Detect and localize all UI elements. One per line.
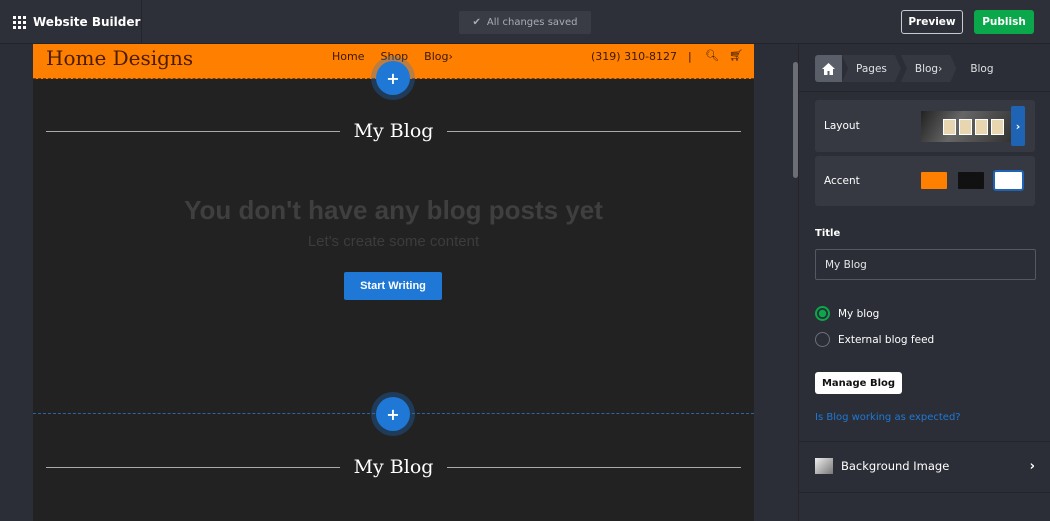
manage-blog-button[interactable]: Manage Blog: [815, 372, 902, 394]
title-label: Title: [815, 228, 841, 239]
breadcrumb-blog: Blog: [970, 62, 994, 75]
cart-icon[interactable]: 🛒︎: [729, 49, 743, 62]
site-logo[interactable]: Home Designs: [46, 46, 193, 70]
start-writing-button[interactable]: Start Writing: [344, 272, 442, 300]
save-status-text: All changes saved: [486, 17, 578, 28]
radio-my-blog[interactable]: My blog: [815, 306, 879, 321]
accent-label: Accent: [824, 175, 860, 187]
header-separator: |: [688, 50, 692, 63]
accent-swatch-orange[interactable]: [921, 172, 947, 189]
nav-blog[interactable]: Blog›: [424, 50, 453, 63]
search-icon[interactable]: 🔍︎: [705, 49, 719, 62]
preview-button[interactable]: Preview: [901, 10, 963, 34]
breadcrumb-blog-page[interactable]: Blog›: [901, 55, 956, 82]
app-title: Website Builder: [33, 15, 141, 29]
radio-label: External blog feed: [838, 333, 935, 346]
section-title-text[interactable]: My Blog: [354, 456, 434, 478]
top-bar: Website Builder ✔ All changes saved Previ…: [0, 0, 1050, 44]
add-section-button[interactable]: +: [376, 61, 410, 95]
accent-swatch-black[interactable]: [958, 172, 984, 189]
breadcrumb: Pages Blog› Blog: [815, 55, 1008, 82]
settings-panel: Pages Blog› Blog Layout › Accent Title M…: [798, 44, 1050, 521]
app-brand[interactable]: Website Builder: [0, 0, 142, 44]
chevron-right-icon: ›: [1029, 458, 1035, 474]
chevron-right-icon[interactable]: ›: [1011, 106, 1025, 146]
section-title: My Blog: [46, 120, 741, 142]
section-title-text[interactable]: My Blog: [354, 120, 434, 142]
radio-external-feed[interactable]: External blog feed: [815, 332, 934, 347]
nav-home[interactable]: Home: [332, 50, 364, 63]
title-input[interactable]: My Blog: [815, 249, 1036, 280]
breadcrumb-pages[interactable]: Pages: [842, 55, 901, 82]
site-canvas: Home Designs Home Shop Blog› (319) 310-8…: [33, 44, 754, 521]
radio-label: My blog: [838, 307, 880, 320]
check-icon: ✔: [472, 17, 481, 28]
apps-grid-icon[interactable]: [13, 15, 26, 29]
empty-heading: You don't have any blog posts yet: [184, 195, 603, 225]
save-status: ✔ All changes saved: [459, 11, 591, 34]
accent-row: Accent: [815, 156, 1035, 206]
blog-help-link[interactable]: Is Blog working as expected?: [815, 412, 961, 423]
site-phone[interactable]: (319) 310-8127: [591, 50, 677, 63]
layout-label: Layout: [824, 120, 860, 132]
add-section-button[interactable]: +: [376, 397, 410, 431]
background-image-label: Background Image: [841, 459, 950, 473]
empty-subheading: Let's create some content: [307, 233, 480, 250]
home-icon[interactable]: [815, 55, 842, 82]
section-title: My Blog: [46, 456, 741, 478]
image-icon: [815, 458, 833, 474]
publish-button[interactable]: Publish: [974, 10, 1034, 34]
background-image-row[interactable]: Background Image ›: [815, 458, 1035, 474]
layout-thumbnail[interactable]: [921, 111, 1011, 142]
accent-swatch-white[interactable]: [993, 170, 1024, 191]
layout-row[interactable]: Layout ›: [815, 100, 1035, 152]
